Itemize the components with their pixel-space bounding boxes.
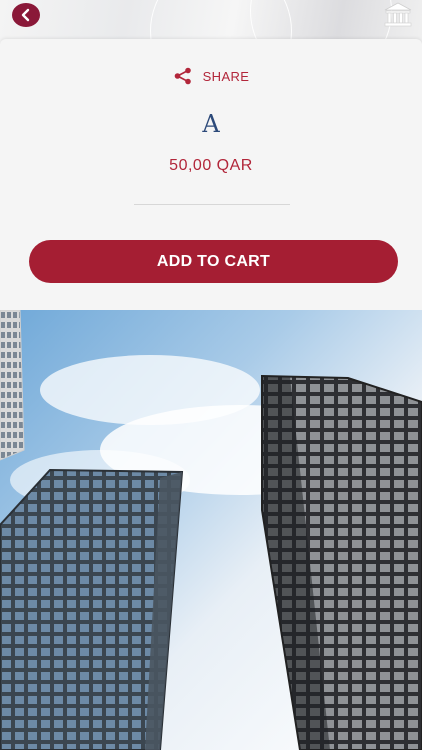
share-icon (174, 67, 191, 85)
back-button[interactable] (12, 3, 40, 27)
product-price: 50,00 QAR (169, 157, 253, 174)
divider (134, 204, 290, 205)
product-card: SHARE A 50,00 QAR ADD TO CART (0, 39, 422, 310)
chevron-left-icon (21, 8, 30, 22)
skyscrapers-illustration (0, 310, 422, 750)
add-to-cart-button[interactable]: ADD TO CART (29, 240, 398, 283)
skyscrapers-photo (0, 310, 422, 750)
share-button[interactable]: SHARE (0, 67, 422, 85)
product-title: A (202, 110, 220, 138)
bank-icon[interactable] (384, 2, 412, 28)
share-label: SHARE (202, 68, 250, 84)
